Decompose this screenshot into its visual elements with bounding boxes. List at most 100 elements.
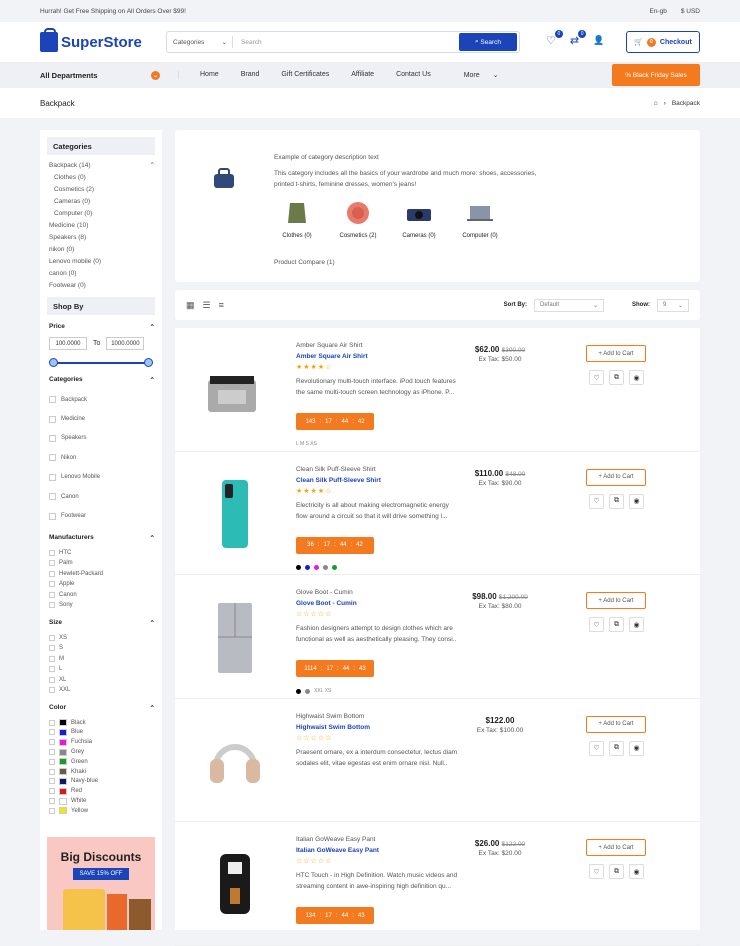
user-icon[interactable]: 👤 xyxy=(593,35,604,46)
color-filter[interactable]: Navy-blue xyxy=(47,777,155,787)
checkbox[interactable] xyxy=(49,493,56,501)
color-filter[interactable]: White xyxy=(47,796,155,806)
color-filter[interactable]: Black xyxy=(47,718,155,728)
nav-home[interactable]: Home xyxy=(189,71,230,79)
color-filter[interactable]: Blue xyxy=(47,728,155,738)
checkbox[interactable] xyxy=(49,454,56,462)
category-item[interactable]: nikon (0) xyxy=(47,243,155,255)
product-image[interactable] xyxy=(200,597,270,677)
product-image[interactable] xyxy=(200,844,270,924)
checkbox[interactable] xyxy=(49,768,55,775)
checkbox[interactable] xyxy=(49,570,55,577)
product-name[interactable]: Glove Boot - Cumin xyxy=(296,600,357,607)
compare-icon[interactable]: ⧉ xyxy=(609,617,624,632)
color-swatch[interactable] xyxy=(305,564,310,570)
subcat-cosmetics[interactable]: Cosmetics (2) xyxy=(328,200,388,239)
promo-banner[interactable]: Big Discounts SAVE 15% OFF xyxy=(47,837,155,930)
color-swatch[interactable] xyxy=(305,688,310,694)
manufacturer-filter[interactable]: Apple xyxy=(47,579,155,590)
color-filter[interactable]: Fuchsia xyxy=(47,737,155,747)
size-filter[interactable]: M xyxy=(47,654,155,665)
quickview-icon[interactable]: ◉ xyxy=(629,864,644,879)
checkbox[interactable] xyxy=(49,634,55,641)
category-filter[interactable]: Speakers xyxy=(47,429,155,448)
all-departments[interactable]: All Departments ⌄ xyxy=(40,70,164,80)
color-filter[interactable]: Red xyxy=(47,786,155,796)
wishlist-icon[interactable]: ♡ xyxy=(589,740,604,756)
checkout-button[interactable]: 🛒 0 Checkout xyxy=(626,31,700,53)
checkbox[interactable] xyxy=(49,645,55,652)
grid-view-icon[interactable]: ▦ xyxy=(186,300,195,311)
add-to-cart-button[interactable]: + Add to Cart xyxy=(586,839,646,856)
color-swatch[interactable] xyxy=(314,564,319,570)
logo[interactable]: SuperStore xyxy=(40,28,166,52)
checkbox[interactable] xyxy=(49,549,55,556)
category-item[interactable]: Cameras (0) xyxy=(47,195,155,207)
product-compare-link[interactable]: Product Compare (1) xyxy=(274,259,335,266)
sort-select[interactable]: Default ⌄ xyxy=(534,298,604,312)
add-to-cart-button[interactable]: + Add to Cart xyxy=(586,468,646,486)
nav-gift-certificates[interactable]: Gift Certificates xyxy=(270,71,340,79)
color-filter[interactable]: Green xyxy=(47,757,155,767)
checkbox[interactable] xyxy=(49,687,55,694)
color-swatch[interactable] xyxy=(323,564,328,570)
checkbox[interactable] xyxy=(49,415,56,423)
category-item[interactable]: Speakers (8) xyxy=(47,231,155,243)
show-select[interactable]: 9 ⌄ xyxy=(657,298,689,312)
add-to-cart-button[interactable]: + Add to Cart xyxy=(586,345,646,362)
manufacturer-filter[interactable]: Sony xyxy=(47,600,155,611)
product-name[interactable]: Highwaist Swim Bottom xyxy=(296,724,370,731)
manufacturer-filter[interactable]: Canon xyxy=(47,590,155,601)
add-to-cart-button[interactable]: + Add to Cart xyxy=(586,715,646,733)
subcat-clothes[interactable]: Clothes (0) xyxy=(267,200,327,239)
list-view-icon[interactable]: ☰ xyxy=(203,300,211,311)
currency-select[interactable]: $ USD xyxy=(681,8,700,15)
checkbox[interactable] xyxy=(49,591,55,598)
category-filter[interactable]: Canon xyxy=(47,487,155,506)
wishlist-icon[interactable]: ♡ xyxy=(589,617,604,632)
checkbox[interactable] xyxy=(49,512,56,520)
checkbox[interactable] xyxy=(49,666,55,673)
category-item[interactable]: Clothes (0) xyxy=(47,171,155,183)
product-name[interactable]: Italian GoWeave Easy Pant xyxy=(296,847,379,854)
quickview-icon[interactable]: ◉ xyxy=(629,370,644,385)
nav-brand[interactable]: Brand xyxy=(230,71,271,79)
category-item[interactable]: Lenovo mobile (0) xyxy=(47,255,155,267)
search-button[interactable]: ⌕ Search xyxy=(459,33,517,51)
category-filter[interactable]: Backpack xyxy=(47,390,155,409)
wishlist-icon[interactable]: ♡ xyxy=(589,493,604,509)
category-item[interactable]: Backpack (14) ⌃ xyxy=(47,159,155,171)
color-filter[interactable]: Yellow xyxy=(47,806,155,816)
color-swatch[interactable] xyxy=(332,564,337,570)
compare-icon[interactable]: ⇄ 0 xyxy=(570,30,587,47)
price-max-input[interactable]: 1000.0000 xyxy=(106,337,145,350)
price-slider[interactable] xyxy=(49,358,153,368)
checkbox[interactable] xyxy=(49,788,55,795)
subcat-computer[interactable]: Computer (0) xyxy=(450,200,510,239)
wishlist-icon[interactable]: ♡ xyxy=(589,370,604,385)
price-min-input[interactable]: 100.0000 xyxy=(49,337,87,350)
color-swatch[interactable] xyxy=(296,564,301,570)
checkbox[interactable] xyxy=(49,676,55,683)
checkbox[interactable] xyxy=(49,473,56,481)
compare-icon[interactable]: ⧉ xyxy=(609,370,624,385)
checkbox[interactable] xyxy=(49,719,55,726)
compare-icon[interactable]: ⧉ xyxy=(609,864,624,879)
manufacturer-filter[interactable]: Palm xyxy=(47,558,155,569)
search-input[interactable]: Search xyxy=(233,39,459,46)
black-friday-button[interactable]: % Black Friday Sales xyxy=(612,64,700,86)
size-filter[interactable]: L xyxy=(47,664,155,675)
checkbox[interactable] xyxy=(49,602,55,609)
nav-affiliate[interactable]: Affiliate xyxy=(340,71,385,79)
add-to-cart-button[interactable]: + Add to Cart xyxy=(586,592,646,609)
category-filter[interactable]: Footwear xyxy=(47,506,155,525)
nav-contact[interactable]: Contact Us xyxy=(385,71,442,79)
color-swatch[interactable] xyxy=(296,688,301,694)
checkbox[interactable] xyxy=(49,396,56,404)
category-item[interactable]: canon (0) xyxy=(47,267,155,279)
compare-icon[interactable]: ⧉ xyxy=(609,740,624,756)
checkbox[interactable] xyxy=(49,778,55,785)
home-icon[interactable]: ⌂ xyxy=(654,100,658,107)
checkbox[interactable] xyxy=(49,560,55,567)
subcat-cameras[interactable]: Cameras (0) xyxy=(389,200,449,239)
